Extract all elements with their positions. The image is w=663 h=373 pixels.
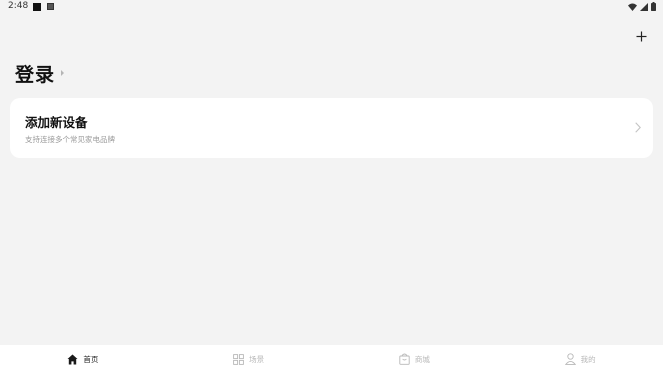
- grid-icon: [233, 353, 244, 365]
- nav-label-home: 首页: [83, 354, 99, 364]
- bottom-nav: 首页 场景 商城 我的: [0, 345, 663, 373]
- home-icon: [67, 354, 78, 364]
- battery-icon: [651, 2, 656, 11]
- person-icon: [564, 353, 576, 365]
- signal-icon: [640, 2, 648, 11]
- nav-item-scenes[interactable]: 场景: [166, 345, 332, 373]
- caret-right-icon: [61, 69, 65, 76]
- chevron-right-icon: [635, 122, 641, 133]
- nav-item-profile[interactable]: 我的: [497, 345, 663, 373]
- shopping-bag-icon: [399, 353, 410, 365]
- nav-label-profile: 我的: [580, 354, 596, 364]
- notification-square-icon: [33, 3, 41, 11]
- plus-icon: [636, 31, 646, 41]
- wifi-icon: [628, 3, 637, 11]
- status-icons: [628, 2, 656, 11]
- card-subtitle: 支持连接多个常见家电品牌: [25, 135, 115, 144]
- login-link[interactable]: 登录: [15, 60, 65, 87]
- status-bar: 2:48: [0, 0, 663, 14]
- nav-label-scenes: 场景: [249, 354, 265, 364]
- status-time: 2:48: [8, 1, 29, 11]
- login-title: 登录: [15, 64, 56, 86]
- nav-item-mall[interactable]: 商城: [332, 345, 498, 373]
- add-button[interactable]: [631, 26, 651, 46]
- add-device-card[interactable]: 添加新设备 支持连接多个常见家电品牌: [10, 98, 653, 158]
- nav-label-mall: 商城: [414, 354, 430, 364]
- nav-item-home[interactable]: 首页: [0, 345, 166, 373]
- card-title: 添加新设备: [25, 115, 88, 130]
- notification-icon: [47, 3, 54, 10]
